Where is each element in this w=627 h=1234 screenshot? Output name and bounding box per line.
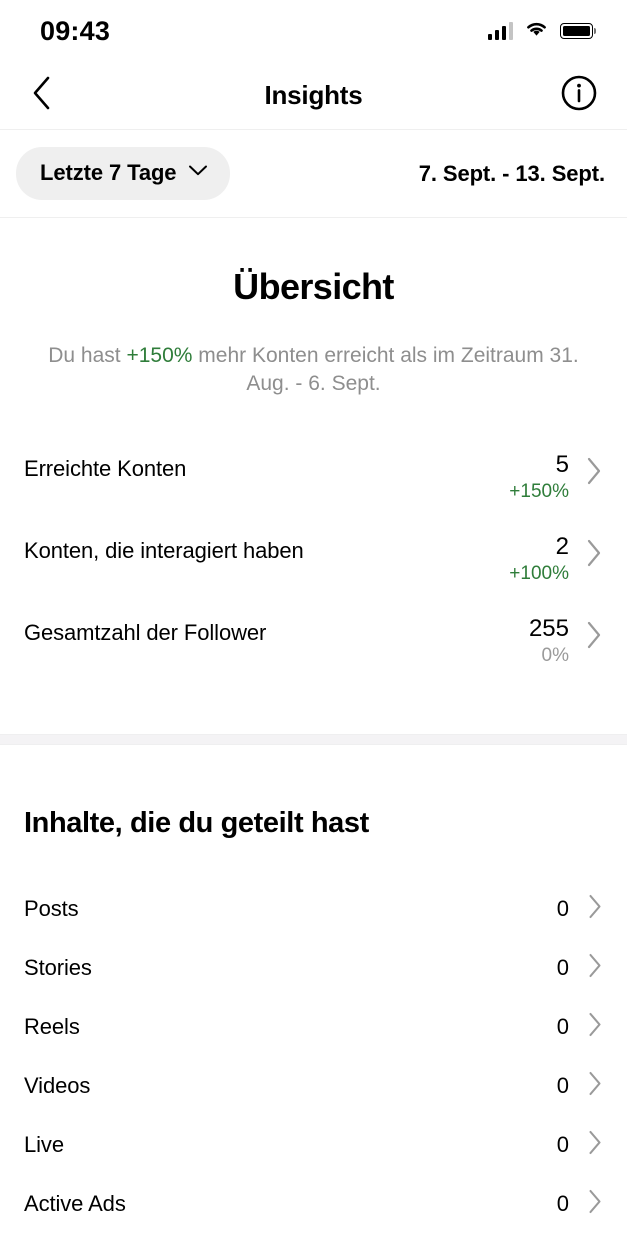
chevron-right-icon xyxy=(587,893,603,925)
list-item-label: Videos xyxy=(24,1073,91,1099)
date-range-text: 7. Sept. - 13. Sept. xyxy=(418,160,605,186)
date-range-dropdown[interactable]: Letzte 7 Tage xyxy=(16,147,231,200)
wifi-icon xyxy=(524,19,549,43)
chevron-right-icon xyxy=(585,524,603,573)
chevron-right-icon xyxy=(587,1188,603,1220)
shared-content-list: Posts 0 Stories 0 Reels 0 Videos 0 Live … xyxy=(24,880,603,1234)
list-item-label: Live xyxy=(24,1132,64,1158)
page-title: Insights xyxy=(264,80,363,110)
metric-value: 5 xyxy=(555,450,569,478)
metric-value: 255 xyxy=(528,614,569,642)
list-item-right: 0 xyxy=(557,1011,603,1043)
metric-delta: +100% xyxy=(509,563,569,585)
overview-subtitle-highlight: +150% xyxy=(126,344,193,367)
metric-row[interactable]: Gesamtzahl der Follower 255 0% xyxy=(24,606,603,688)
signal-icon xyxy=(487,22,513,40)
list-item-value: 0 xyxy=(556,955,569,981)
metric-row[interactable]: Konten, die interagiert haben 2 +100% xyxy=(24,524,603,606)
metric-values: 2 +100% xyxy=(509,524,569,589)
list-item-value: 0 xyxy=(556,1073,569,1099)
list-item-value: 0 xyxy=(556,1014,569,1040)
info-button[interactable] xyxy=(558,75,600,117)
list-item-value: 0 xyxy=(556,896,569,922)
metric-value: 2 xyxy=(555,532,569,560)
list-item-right: 0 xyxy=(557,893,603,925)
chevron-right-icon xyxy=(587,1070,603,1102)
list-item-right: 0 xyxy=(557,952,603,984)
metric-label: Erreichte Konten xyxy=(24,455,187,481)
status-icons xyxy=(487,19,597,43)
list-item-label: Stories xyxy=(24,955,92,981)
list-item[interactable]: Stories 0 xyxy=(24,939,603,998)
chevron-right-icon xyxy=(585,442,603,491)
status-time: 09:43 xyxy=(40,15,111,46)
chevron-right-icon xyxy=(587,1011,603,1043)
list-item[interactable]: Videos 0 xyxy=(24,1057,603,1116)
list-item-label: Reels xyxy=(24,1014,80,1040)
overview-title: Übersicht xyxy=(233,266,394,307)
shared-content-title: Inhalte, die du geteilt hast xyxy=(24,806,369,839)
list-item-right: 0 xyxy=(557,1188,603,1220)
back-button[interactable] xyxy=(22,76,62,116)
list-item[interactable]: Posts 0 xyxy=(24,880,603,939)
list-item[interactable]: Reels 0 xyxy=(24,998,603,1057)
metric-values: 5 +150% xyxy=(509,442,569,507)
info-circle-icon xyxy=(560,74,598,117)
nav-header: Insights xyxy=(0,62,627,130)
metric-label: Gesamtzahl der Follower xyxy=(24,619,267,645)
list-item-value: 0 xyxy=(556,1191,569,1217)
chevron-right-icon xyxy=(587,952,603,984)
section-divider xyxy=(0,733,627,745)
list-item[interactable]: Live 0 xyxy=(24,1116,603,1175)
metrics-list: Erreichte Konten 5 +150% Konten, die int… xyxy=(0,442,627,688)
chevron-right-icon xyxy=(585,606,603,655)
chevron-right-icon xyxy=(587,1129,603,1161)
list-item-value: 0 xyxy=(556,1132,569,1158)
battery-icon xyxy=(560,23,597,39)
metric-right: 255 0% xyxy=(529,606,603,671)
metric-delta: 0% xyxy=(541,645,569,667)
list-item[interactable]: Active Ads 0 xyxy=(24,1175,603,1234)
metric-delta: +150% xyxy=(509,481,569,503)
overview-subtitle: Du hast +150% mehr Konten erreicht als i… xyxy=(34,342,594,398)
overview-section: Übersicht Du hast +150% mehr Konten erre… xyxy=(0,218,627,688)
metric-label: Konten, die interagiert haben xyxy=(24,537,304,563)
status-bar: 09:43 xyxy=(0,0,627,62)
chevron-left-icon xyxy=(30,75,54,116)
metric-right: 5 +150% xyxy=(509,442,603,507)
date-range-dropdown-label: Letzte 7 Tage xyxy=(40,160,177,185)
metric-row[interactable]: Erreichte Konten 5 +150% xyxy=(24,442,603,524)
overview-subtitle-before: Du hast xyxy=(48,344,127,367)
shared-content-section: Inhalte, die du geteilt hast Posts 0 Sto… xyxy=(0,807,627,1234)
list-item-right: 0 xyxy=(557,1070,603,1102)
list-item-label: Posts xyxy=(24,896,79,922)
list-item-label: Active Ads xyxy=(24,1191,126,1217)
list-item-right: 0 xyxy=(557,1129,603,1161)
filter-bar: Letzte 7 Tage 7. Sept. - 13. Sept. xyxy=(0,130,627,218)
metric-values: 255 0% xyxy=(529,606,569,671)
overview-subtitle-after: mehr Konten erreicht als im Zeitraum 31.… xyxy=(192,344,579,395)
metric-right: 2 +100% xyxy=(509,524,603,589)
chevron-down-icon xyxy=(188,164,208,182)
